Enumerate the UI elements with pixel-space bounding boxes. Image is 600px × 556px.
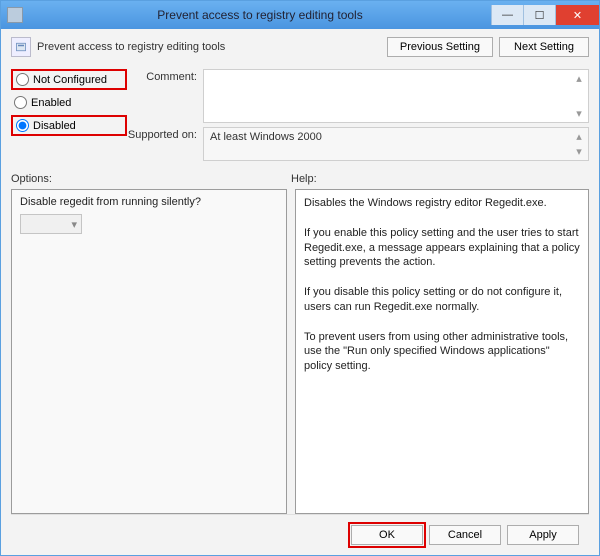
radio-disabled[interactable]: Disabled: [11, 115, 127, 136]
next-setting-button[interactable]: Next Setting: [499, 37, 589, 57]
radio-disabled-label: Disabled: [33, 120, 76, 132]
section-labels: Options: Help:: [11, 173, 589, 185]
header-row: Prevent access to registry editing tools…: [11, 37, 589, 57]
options-dropdown[interactable]: ▾: [20, 214, 82, 234]
help-text: Disables the Windows registry editor Reg…: [304, 196, 580, 374]
radio-enabled-input[interactable]: [14, 96, 27, 109]
footer: OK Cancel Apply: [11, 514, 589, 555]
maximize-button[interactable]: ☐: [523, 5, 555, 25]
window-controls: — ☐ ✕: [491, 5, 599, 25]
content-area: Prevent access to registry editing tools…: [1, 29, 599, 555]
supported-row: Supported on: At least Windows 2000 ▴▾: [127, 127, 589, 161]
titlebar[interactable]: Prevent access to registry editing tools…: [1, 1, 599, 29]
cancel-button[interactable]: Cancel: [429, 525, 501, 545]
options-label: Options:: [11, 173, 291, 185]
nav-buttons: Previous Setting Next Setting: [387, 37, 589, 57]
scroll-icon: ▴▾: [572, 130, 586, 158]
config-row: Not Configured Enabled Disabled Comment:…: [11, 69, 589, 161]
fields-column: Comment: ▴▾ Supported on: At least Windo…: [127, 69, 589, 161]
comment-label: Comment:: [127, 69, 203, 123]
dialog-window: Prevent access to registry editing tools…: [0, 0, 600, 556]
help-label: Help:: [291, 173, 317, 185]
minimize-button[interactable]: —: [491, 5, 523, 25]
policy-icon: [11, 37, 31, 57]
app-icon: [7, 7, 23, 23]
options-panel: Disable regedit from running silently? ▾: [11, 189, 287, 514]
radio-enabled[interactable]: Enabled: [11, 94, 127, 111]
window-title: Prevent access to registry editing tools: [29, 8, 491, 22]
radio-enabled-label: Enabled: [31, 97, 71, 109]
scroll-icon: ▴▾: [572, 72, 586, 120]
supported-value-box: At least Windows 2000 ▴▾: [203, 127, 589, 161]
help-panel: Disables the Windows registry editor Reg…: [295, 189, 589, 514]
close-button[interactable]: ✕: [555, 5, 599, 25]
radio-not-configured[interactable]: Not Configured: [11, 69, 127, 90]
policy-title: Prevent access to registry editing tools: [37, 41, 387, 53]
radio-not-configured-label: Not Configured: [33, 74, 107, 86]
ok-button[interactable]: OK: [351, 525, 423, 545]
state-radios: Not Configured Enabled Disabled: [11, 69, 127, 161]
chevron-down-icon: ▾: [71, 218, 77, 231]
radio-disabled-input[interactable]: [16, 119, 29, 132]
supported-label: Supported on:: [127, 127, 203, 161]
options-question: Disable regedit from running silently?: [20, 196, 278, 208]
previous-setting-button[interactable]: Previous Setting: [387, 37, 493, 57]
radio-not-configured-input[interactable]: [16, 73, 29, 86]
comment-row: Comment: ▴▾: [127, 69, 589, 123]
comment-textarea[interactable]: ▴▾: [203, 69, 589, 123]
apply-button[interactable]: Apply: [507, 525, 579, 545]
supported-value: At least Windows 2000: [210, 131, 322, 143]
panels: Disable regedit from running silently? ▾…: [11, 189, 589, 514]
